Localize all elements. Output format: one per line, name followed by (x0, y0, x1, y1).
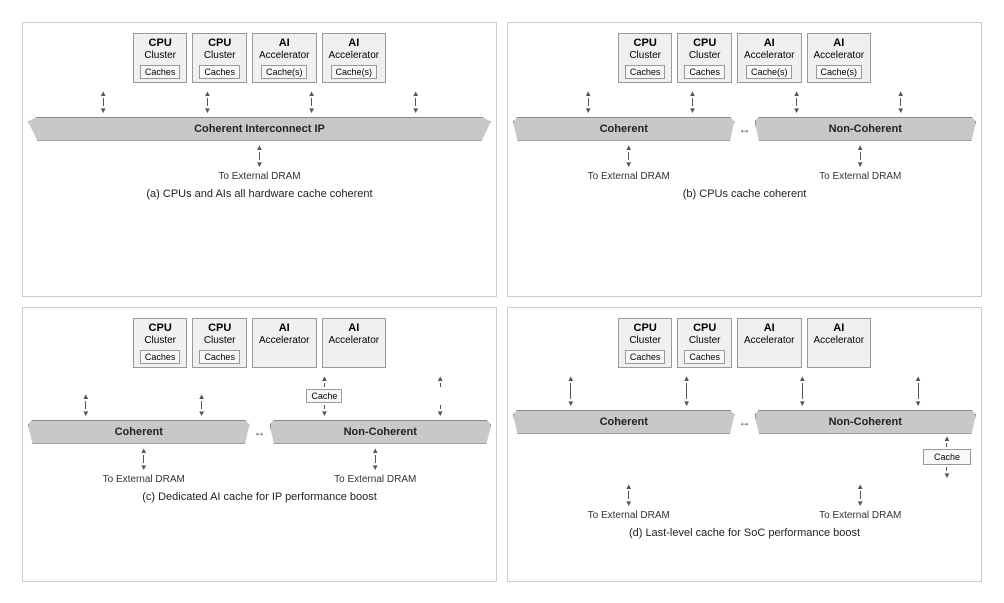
banner-row-b: Coherent ↔ Non-Coherent (513, 117, 976, 141)
d-llc-section: ▲ Cache ▼ (513, 434, 976, 480)
title-c: (c) Dedicated AI cache for IP performanc… (142, 491, 377, 503)
banner-d-coherent: Coherent (513, 410, 735, 434)
unit-cpu2-cache: Caches (199, 65, 240, 79)
unit-ai1-cache: Cache(s) (261, 65, 308, 79)
diagram-a: CPU Cluster Caches CPU Cluster Caches AI… (22, 22, 497, 297)
banner-d-noncoherent: Non-Coherent (829, 416, 902, 428)
arrow-a1: ▲ ▼ (99, 89, 107, 115)
arrows-to-banner-b: ▲ ▼ ▲ ▼ ▲ ▼ ▲ ▼ (536, 89, 953, 115)
arrow-a3: ▲ ▼ (308, 89, 316, 115)
arrow-a2: ▲ ▼ (203, 89, 211, 115)
unit-d-ai1: AI Accelerator (737, 318, 802, 368)
h-arrow-c: ↔ (254, 425, 266, 439)
unit-ai1-subtitle: Accelerator (259, 50, 310, 62)
d-middle-section: ▲ ▼ ▲ ▼ ▲ ▼ ▲ (513, 374, 976, 408)
dram-c-right: To External DRAM (334, 474, 416, 485)
unit-cpu1-cache: Caches (140, 65, 181, 79)
dram-arrows-d: ▲ ▼ ▲ ▼ (513, 482, 976, 508)
diagram-a-units: CPU Cluster Caches CPU Cluster Caches AI… (133, 33, 386, 83)
banner-b-coherent: Coherent (513, 117, 735, 141)
title-a: (a) CPUs and AIs all hardware cache cohe… (146, 188, 372, 200)
banner-d-noncoherent-section: Non-Coherent (755, 410, 977, 434)
unit-b-ai2: AI Accelerator Cache(s) (807, 33, 872, 83)
unit-cpu2: CPU Cluster Caches (192, 33, 247, 83)
title-d: (d) Last-level cache for SoC performance… (629, 527, 860, 539)
diagram-c-units: CPU Cluster Caches CPU Cluster Caches AI… (133, 318, 386, 368)
unit-cpu2-title: CPU (199, 37, 240, 50)
dram-b-right: To External DRAM (819, 171, 901, 182)
dram-texts-c: To External DRAM To External DRAM (28, 472, 491, 485)
banner-c-noncoherent: Non-Coherent (270, 420, 492, 444)
dram-d-right: To External DRAM (819, 510, 901, 521)
unit-c-cpu1: CPU Cluster Caches (133, 318, 188, 368)
unit-b-cpu1: CPU Cluster Caches (618, 33, 673, 83)
unit-ai1-title: AI (259, 37, 310, 50)
c-middle-section: ▲ ▼ ▲ ▼ ▲ Cache ▼ (28, 374, 491, 418)
arrow-a4: ▲ ▼ (412, 89, 420, 115)
d-llc-box: Cache (923, 449, 971, 465)
unit-cpu1: CPU Cluster Caches (133, 33, 188, 83)
unit-b-ai1: AI Accelerator Cache(s) (737, 33, 802, 83)
diagram-b: CPU Cluster Caches CPU Cluster Caches AI… (507, 22, 982, 297)
h-arrow-d: ↔ (739, 415, 751, 429)
diagram-c: CPU Cluster Caches CPU Cluster Caches AI… (22, 307, 497, 582)
c-ai-cache: Cache (306, 389, 342, 403)
banner-b-noncoherent: Non-Coherent (755, 117, 977, 141)
unit-c-ai2: AI Accelerator (322, 318, 387, 368)
diagram-b-units: CPU Cluster Caches CPU Cluster Caches AI… (618, 33, 871, 83)
dram-a: To External DRAM (218, 171, 300, 182)
unit-cpu2-subtitle: Cluster (199, 50, 240, 62)
banner-a: Coherent Interconnect IP (28, 117, 491, 141)
unit-c-cpu2: CPU Cluster Caches (192, 318, 247, 368)
unit-d-cpu1: CPU Cluster Caches (618, 318, 673, 368)
unit-c-ai1: AI Accelerator (252, 318, 317, 368)
unit-b-cpu2: CPU Cluster Caches (677, 33, 732, 83)
unit-ai2: AI Accelerator Cache(s) (322, 33, 387, 83)
unit-d-ai2: AI Accelerator (807, 318, 872, 368)
unit-cpu1-title: CPU (140, 37, 181, 50)
dram-d-left: To External DRAM (588, 510, 670, 521)
unit-cpu1-subtitle: Cluster (140, 50, 181, 62)
banner-row-d: Coherent ↔ Non-Coherent (513, 410, 976, 434)
h-arrow-b: ↔ (739, 122, 751, 136)
dram-b-left: To External DRAM (588, 171, 670, 182)
unit-d-cpu2: CPU Cluster Caches (677, 318, 732, 368)
dram-texts-b: To External DRAM To External DRAM (513, 169, 976, 182)
dram-arrow-a: ▲ ▼ (256, 143, 264, 169)
dram-arrows-c: ▲ ▼ ▲ ▼ (28, 446, 491, 472)
banner-row-c: Coherent ↔ Non-Coherent (28, 420, 491, 444)
unit-ai2-cache: Cache(s) (331, 65, 378, 79)
arrows-to-banner-a: ▲ ▼ ▲ ▼ ▲ ▼ ▲ ▼ (51, 89, 468, 115)
diagram-d: CPU Cluster Caches CPU Cluster Caches AI… (507, 307, 982, 582)
banner-c-coherent: Coherent (28, 420, 250, 444)
unit-ai2-title: AI (329, 37, 380, 50)
dram-texts-d: To External DRAM To External DRAM (513, 508, 976, 521)
unit-ai1: AI Accelerator Cache(s) (252, 33, 317, 83)
title-b: (b) CPUs cache coherent (683, 188, 807, 200)
unit-ai2-subtitle: Accelerator (329, 50, 380, 62)
dram-arrows-b: ▲ ▼ ▲ ▼ (513, 143, 976, 169)
diagram-d-units: CPU Cluster Caches CPU Cluster Caches AI… (618, 318, 871, 368)
dram-c-left: To External DRAM (103, 474, 185, 485)
